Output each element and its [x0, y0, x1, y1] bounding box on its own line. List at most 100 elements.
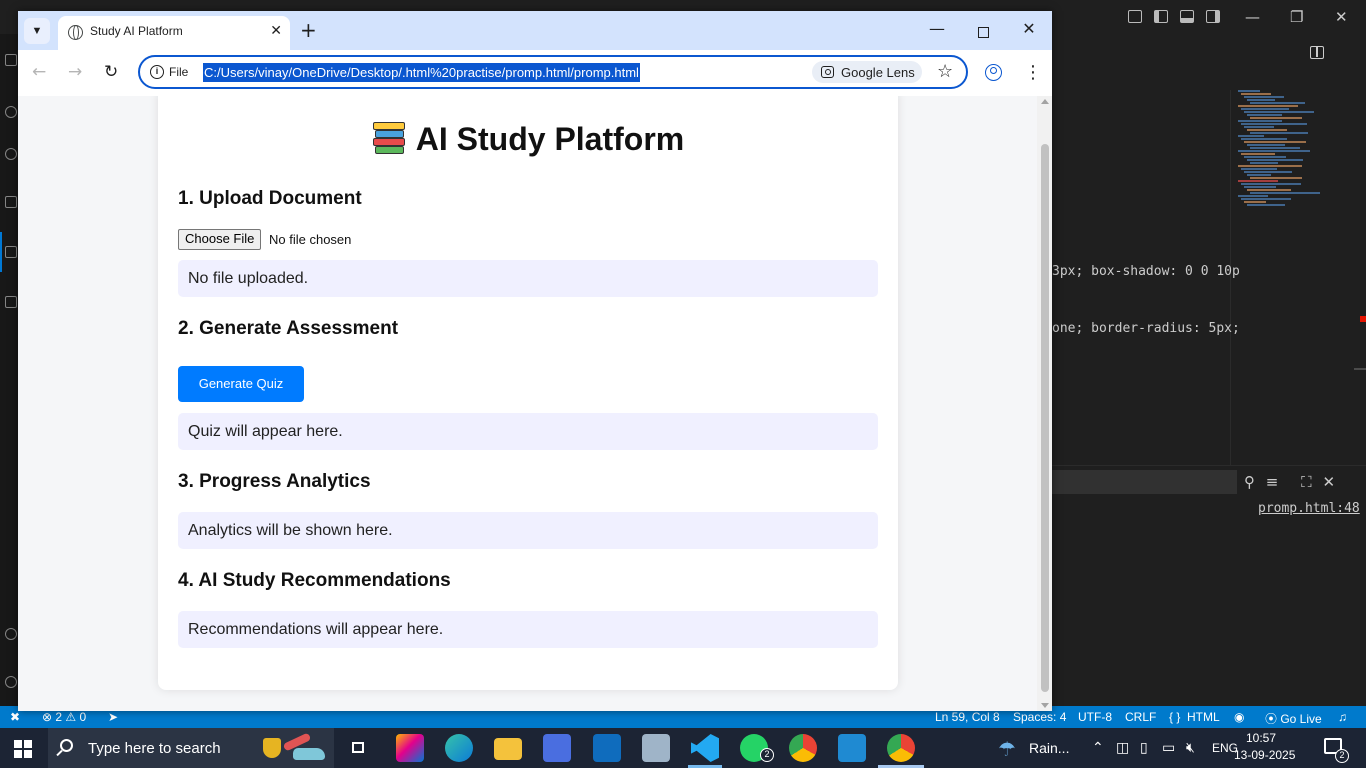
browser-toolbar: ← → ↻ i File C:/Users/vinay/OneDrive/Des… [18, 50, 1052, 96]
minimap-line [1238, 90, 1260, 92]
vscode-close-icon[interactable]: ✕ [1335, 8, 1348, 26]
search-highlight-icon [263, 732, 328, 762]
globe-icon [68, 25, 83, 40]
volume-muted-icon[interactable]: 🔇︎ [1186, 739, 1195, 756]
minimap-line [1244, 171, 1292, 173]
console-source-link[interactable]: promp.html:48 [1258, 501, 1360, 516]
remote-desktop-app-icon[interactable] [838, 734, 866, 762]
toggle-panel-icon[interactable] [1180, 10, 1194, 23]
page-viewport: AI Study Platform 1. Upload Document Cho… [18, 96, 1037, 711]
minimize-icon[interactable]: — [922, 19, 952, 38]
windows-taskbar: Type here to search 2 ☂ Rain... ⌃ ◫ ▯ ▭ … [0, 728, 1366, 768]
code-line[interactable]: 3px; box-shadow: 0 0 10p [1052, 264, 1240, 279]
chrome-app-icon[interactable] [789, 734, 817, 762]
source-control-icon[interactable] [5, 148, 17, 160]
line-ending[interactable]: CRLF [1125, 710, 1156, 724]
url-text[interactable]: C:/Users/vinay/OneDrive/Desktop/.html%20… [203, 63, 640, 82]
reload-icon[interactable]: ↻ [104, 62, 118, 82]
maximize-icon[interactable] [968, 23, 998, 42]
problems-indicator[interactable]: ⊗ 2 ⚠ 0 [42, 710, 86, 724]
chrome-active-app-icon[interactable] [887, 734, 915, 762]
remote-explorer-icon[interactable] [5, 296, 17, 308]
cursor-position[interactable]: Ln 59, Col 8 [935, 710, 1000, 724]
minimap-line [1250, 162, 1278, 164]
recommendations-heading: 4. AI Study Recommendations [178, 570, 451, 591]
task-view-icon[interactable] [346, 734, 374, 762]
panel-maximize-icon[interactable]: ⛶ [1301, 473, 1312, 491]
clock-date[interactable]: 13-09-2025 [1234, 748, 1295, 762]
run-debug-icon[interactable] [5, 196, 17, 208]
choose-file-button[interactable]: Choose File [178, 229, 262, 250]
weather-umbrella-icon[interactable]: ☂ [998, 737, 1016, 762]
close-window-icon[interactable]: ✕ [1014, 19, 1044, 38]
page-scrollbar[interactable] [1037, 96, 1052, 711]
tab-strip: ▼ Study AI Platform ✕ + — ✕ [18, 11, 1052, 50]
code-line[interactable]: one; border-radius: 5px; [1052, 321, 1240, 336]
clock-time[interactable]: 10:57 [1246, 731, 1276, 745]
notepad-app-icon[interactable] [642, 734, 670, 762]
panel-filter-icon[interactable]: ≡ [1266, 473, 1279, 491]
notifications-bell-icon[interactable]: ♫ [1338, 710, 1347, 724]
error-marker [1360, 316, 1366, 322]
minimap-line [1244, 111, 1314, 113]
google-lens-button[interactable]: Google Lens [812, 61, 922, 83]
panel-search-icon[interactable]: ⚲ [1244, 473, 1255, 491]
tab-close-icon[interactable]: ✕ [270, 23, 282, 39]
manage-gear-icon[interactable] [5, 676, 17, 688]
vscode-app-icon[interactable] [691, 734, 719, 762]
panel-filter-input[interactable] [1052, 470, 1237, 494]
minimap-line [1250, 117, 1302, 119]
windows-start-icon[interactable] [14, 740, 32, 758]
explorer-icon[interactable] [5, 54, 17, 66]
copilot-app-icon[interactable] [396, 734, 424, 762]
whatsapp-badge: 2 [760, 748, 774, 762]
encoding[interactable]: UTF-8 [1078, 710, 1112, 724]
minimap-line [1238, 120, 1282, 122]
broadcast-icon[interactable]: ➤ [108, 710, 118, 724]
customize-layout-icon[interactable] [1128, 10, 1142, 23]
forward-arrow-icon[interactable]: → [68, 62, 82, 82]
address-bar[interactable]: i File C:/Users/vinay/OneDrive/Desktop/.… [138, 55, 968, 89]
search-icon[interactable] [5, 106, 17, 118]
remote-indicator-icon[interactable]: ✖ [10, 710, 20, 724]
vscode-restore-icon[interactable]: ❐ [1290, 8, 1303, 26]
more-menu-icon[interactable]: ⋮ [1024, 62, 1042, 83]
extensions-icon[interactable] [5, 246, 17, 258]
upload-status: No file uploaded. [178, 260, 878, 297]
edge-app-icon[interactable] [445, 734, 473, 762]
split-editor-icon[interactable] [1310, 46, 1324, 59]
go-live-button[interactable]: ⦿ Go Live [1265, 710, 1322, 727]
battery-icon[interactable]: ▯ [1140, 739, 1148, 756]
new-tab-button[interactable]: + [300, 18, 317, 42]
show-hidden-icons-chevron-icon[interactable]: ⌃ [1092, 739, 1104, 756]
minimap-line [1244, 201, 1266, 203]
scroll-down-arrow-icon[interactable] [1041, 703, 1049, 708]
taskbar-search-box[interactable]: Type here to search [48, 728, 334, 768]
tab-search-button[interactable]: ▼ [24, 18, 50, 44]
minimap-line [1247, 144, 1285, 146]
display-icon[interactable]: ▭ [1162, 739, 1175, 756]
weather-label[interactable]: Rain... [1029, 740, 1069, 756]
site-info-icon[interactable]: i [150, 65, 164, 79]
minimap[interactable] [1232, 90, 1352, 210]
indentation[interactable]: Spaces: 4 [1013, 710, 1066, 724]
copilot-icon[interactable]: ◉ [1234, 710, 1244, 724]
scroll-up-arrow-icon[interactable] [1041, 99, 1049, 104]
language-mode[interactable]: HTML [1187, 710, 1220, 724]
toggle-secondary-sidebar-icon[interactable] [1206, 10, 1220, 23]
account-icon[interactable] [5, 628, 17, 640]
network-icon[interactable]: ◫ [1116, 739, 1129, 756]
outlook-app-icon[interactable] [593, 734, 621, 762]
tab-study-ai-platform[interactable]: Study AI Platform ✕ [58, 16, 290, 50]
panel-close-icon[interactable]: ✕ [1322, 473, 1335, 491]
generate-quiz-button[interactable]: Generate Quiz [178, 366, 304, 402]
bookmark-star-icon[interactable]: ☆ [937, 61, 953, 82]
profile-icon[interactable] [985, 64, 1002, 81]
back-arrow-icon[interactable]: ← [32, 62, 46, 82]
page-title: AI Study Platform [158, 121, 898, 158]
vscode-minimize-icon[interactable]: — [1245, 8, 1260, 26]
file-explorer-app-icon[interactable] [494, 738, 522, 760]
scroll-thumb[interactable] [1041, 144, 1049, 692]
toggle-sidebar-icon[interactable] [1154, 10, 1168, 23]
microsoft-store-app-icon[interactable] [543, 734, 571, 762]
